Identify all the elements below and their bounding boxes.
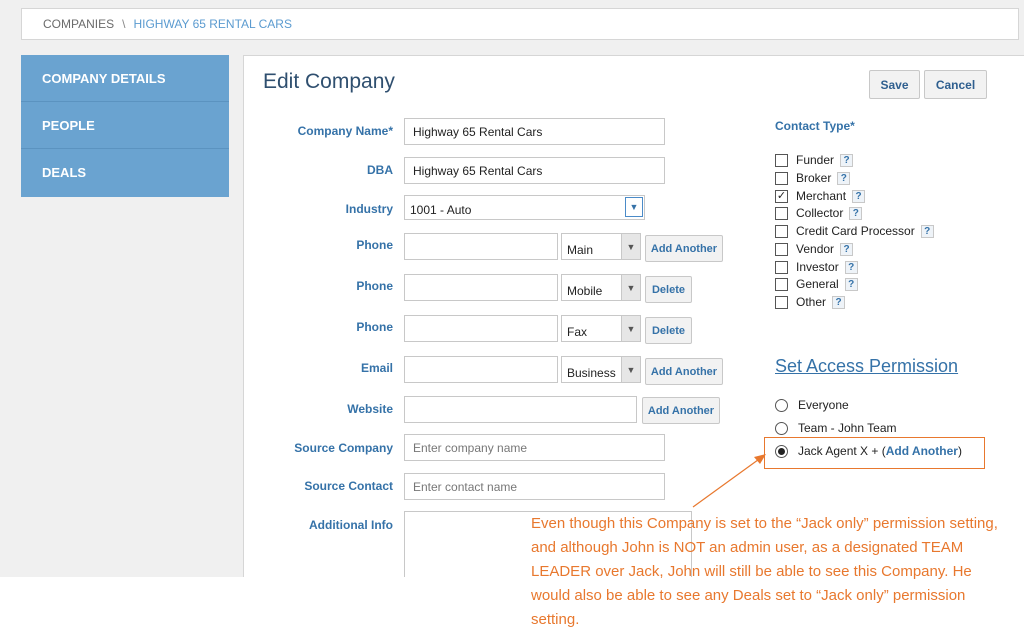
annotation-text: Even though this Company is set to the “… xyxy=(531,515,998,628)
